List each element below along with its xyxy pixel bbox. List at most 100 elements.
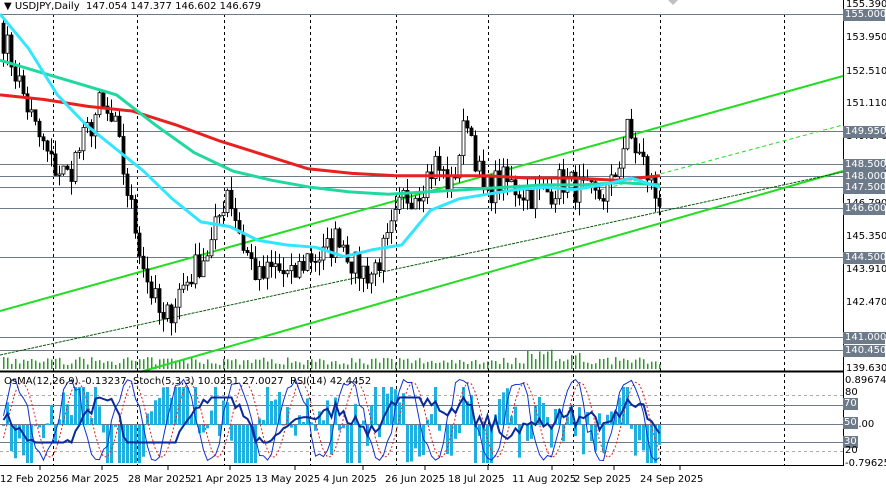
osma-bar <box>110 425 113 463</box>
candle-body <box>33 109 38 122</box>
volume-bar <box>499 364 501 369</box>
volume-bar <box>527 350 529 369</box>
candle-body <box>629 118 634 139</box>
volume-bar <box>111 361 113 369</box>
volume-bar <box>235 359 237 369</box>
candle-body <box>549 191 554 205</box>
candle-body <box>229 189 234 210</box>
osma-bar <box>282 425 285 426</box>
osma-bar <box>458 425 461 434</box>
volume-bar <box>115 364 117 369</box>
ind-level-20: 20 <box>845 445 858 456</box>
volume-bar <box>79 357 81 369</box>
volume-bar <box>495 361 497 369</box>
candle-body <box>169 304 174 324</box>
candle-body <box>621 148 626 169</box>
volume-bar <box>187 363 189 369</box>
candle-body <box>473 135 478 172</box>
vertical-grid <box>39 14 785 470</box>
candle-body <box>241 232 246 251</box>
ind-axis-min: -0.79625 <box>845 458 886 469</box>
volume-bar <box>543 354 545 369</box>
osma-bar <box>114 425 117 427</box>
candle-body <box>417 197 422 202</box>
candle-body <box>265 261 270 279</box>
volume-bar <box>67 364 69 369</box>
volume-bar <box>3 357 5 369</box>
candle-body <box>329 238 334 258</box>
volume-bar <box>475 359 477 369</box>
ma-slow-line[interactable] <box>0 93 661 182</box>
osma-bar <box>34 425 37 427</box>
osma-bar <box>246 425 249 463</box>
volume-bar <box>515 357 517 369</box>
volume-bar <box>39 362 41 369</box>
candle-body <box>389 220 394 233</box>
candle-body <box>245 250 250 254</box>
osma-bar <box>442 424 445 425</box>
ma-fast-line[interactable] <box>0 13 661 259</box>
volume-bar <box>303 364 305 369</box>
candle-body <box>653 177 658 199</box>
collapse-icon[interactable]: ▼ <box>4 1 12 12</box>
volume-bar <box>579 352 581 369</box>
volume-bar <box>107 361 109 369</box>
candle-body <box>381 237 386 271</box>
osma-bar <box>2 425 5 426</box>
volume-bar <box>15 358 17 369</box>
ind-level-70: 70 <box>843 398 858 410</box>
volume-bar <box>327 364 329 369</box>
scroll-marker-icon[interactable] <box>668 0 678 5</box>
level-label: 149.950 <box>843 125 886 138</box>
osma-bar <box>146 413 149 425</box>
volume-bar <box>227 359 229 369</box>
volume-bar <box>371 358 373 369</box>
volume-bar <box>411 363 413 369</box>
osma-bar <box>346 425 349 463</box>
candle-body <box>365 265 370 284</box>
candle-body <box>145 268 150 283</box>
date-label: 21 Apr 2025 <box>190 474 252 485</box>
volume-bar <box>439 362 441 369</box>
candle-body <box>97 92 102 116</box>
volume-bar <box>243 360 245 369</box>
date-label: 6 Mar 2025 <box>62 474 120 485</box>
candle-body <box>69 168 74 182</box>
candle-body <box>369 273 374 284</box>
chart-title: ▼ USDJPY,Daily 147.054 147.377 146.602 1… <box>4 1 261 12</box>
volume-bar <box>35 360 37 369</box>
osma-bar <box>294 425 297 436</box>
volume-bar <box>511 364 513 369</box>
volume-bar <box>655 361 657 369</box>
candle-body <box>357 251 362 279</box>
candle-body <box>521 197 526 201</box>
volume-bar <box>587 362 589 369</box>
candle-body <box>421 197 426 202</box>
candle-body <box>469 127 474 137</box>
volume-bar <box>299 362 301 369</box>
volume-bar <box>567 359 569 369</box>
volume-bar <box>63 364 65 369</box>
osma-bar <box>298 415 301 425</box>
volume-bar <box>315 361 317 369</box>
price-chart[interactable] <box>0 0 886 488</box>
candle-body <box>633 137 638 154</box>
volume-bar <box>403 359 405 369</box>
candle-body <box>613 174 618 178</box>
candle-body <box>217 215 222 218</box>
osma-bar <box>46 423 49 425</box>
trend-channel[interactable] <box>0 75 844 373</box>
candle-body <box>233 208 238 221</box>
volume-bar <box>335 361 337 369</box>
osma-bar <box>410 425 413 462</box>
candle-body <box>49 150 54 155</box>
level-label: 141.000 <box>843 331 886 344</box>
volume-bar <box>583 361 585 369</box>
volume-bar <box>271 359 273 369</box>
osma-bar <box>374 387 377 425</box>
date-label: 13 May 2025 <box>255 474 321 485</box>
osma-bar <box>290 425 293 428</box>
volume-bar <box>263 357 265 369</box>
trend-thin-line[interactable] <box>0 171 844 356</box>
volume-bar <box>191 357 193 369</box>
